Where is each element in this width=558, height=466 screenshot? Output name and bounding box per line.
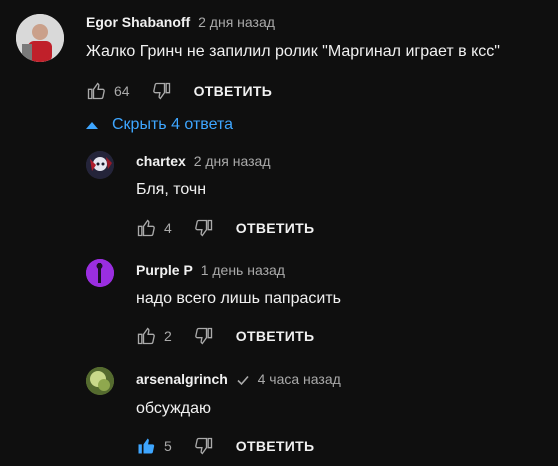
like-icon[interactable] [136,326,156,346]
avatar-image [86,367,114,395]
reply-actions: 4 ОТВЕТИТЬ [136,216,314,240]
reply-text: Бля, точн [136,181,207,198]
avatar-image [86,151,114,179]
avatar[interactable] [16,14,64,62]
reply-author[interactable]: arsenalgrinch [136,371,228,387]
comment-text: Жалко Гринч не запилил ролик "Маргинал и… [86,43,500,60]
avatar[interactable] [86,151,114,179]
like-count: 2 [164,328,172,344]
reply-author[interactable]: Purple P [136,262,193,278]
avatar[interactable] [86,259,114,287]
hide-replies-toggle[interactable]: Скрыть 4 ответа [86,116,233,134]
comment-author[interactable]: Egor Shabanoff [86,14,190,30]
avatar-image [86,259,114,287]
reply-meta: arsenalgrinch 4 часа назад [136,371,341,387]
like-icon[interactable] [86,81,106,101]
reply-author[interactable]: chartex [136,153,186,169]
hide-replies-label: Скрыть 4 ответа [112,116,234,133]
reply-actions: 2 ОТВЕТИТЬ [136,324,314,348]
reply-meta: Purple P 1 день назад [136,262,285,278]
avatar[interactable] [86,367,114,395]
reply-button[interactable]: ОТВЕТИТЬ [236,328,315,344]
reply-button[interactable]: ОТВЕТИТЬ [236,438,315,454]
like-icon[interactable] [136,218,156,238]
comment-time[interactable]: 2 дня назад [198,14,275,30]
dislike-icon[interactable] [194,326,214,346]
reply-button[interactable]: ОТВЕТИТЬ [236,220,315,236]
dislike-icon[interactable] [194,436,214,456]
like-count: 4 [164,220,172,236]
reply-time[interactable]: 1 день назад [201,262,285,278]
reply-text: обсуждаю [136,400,211,417]
reply-actions: 5 ОТВЕТИТЬ [136,434,314,458]
comment-meta: Egor Shabanoff 2 дня назад [86,14,275,30]
comment-actions: 64 ОТВЕТИТЬ [86,79,272,103]
comment-thread: Egor Shabanoff 2 дня назад Жалко Гринч н… [0,0,558,466]
avatar-image [16,14,64,62]
verified-check-icon [237,376,249,386]
like-count: 64 [114,83,130,99]
reply-time[interactable]: 2 дня назад [194,153,271,169]
reply-text: надо всего лишь папрасить [136,290,341,307]
reply-button[interactable]: ОТВЕТИТЬ [194,83,273,99]
chevron-up-icon [86,122,98,129]
dislike-icon[interactable] [152,81,172,101]
reply-meta: chartex 2 дня назад [136,153,270,169]
dislike-icon[interactable] [194,218,214,238]
like-count: 5 [164,438,172,454]
like-icon-active[interactable] [136,436,156,456]
reply-time[interactable]: 4 часа назад [258,371,341,387]
